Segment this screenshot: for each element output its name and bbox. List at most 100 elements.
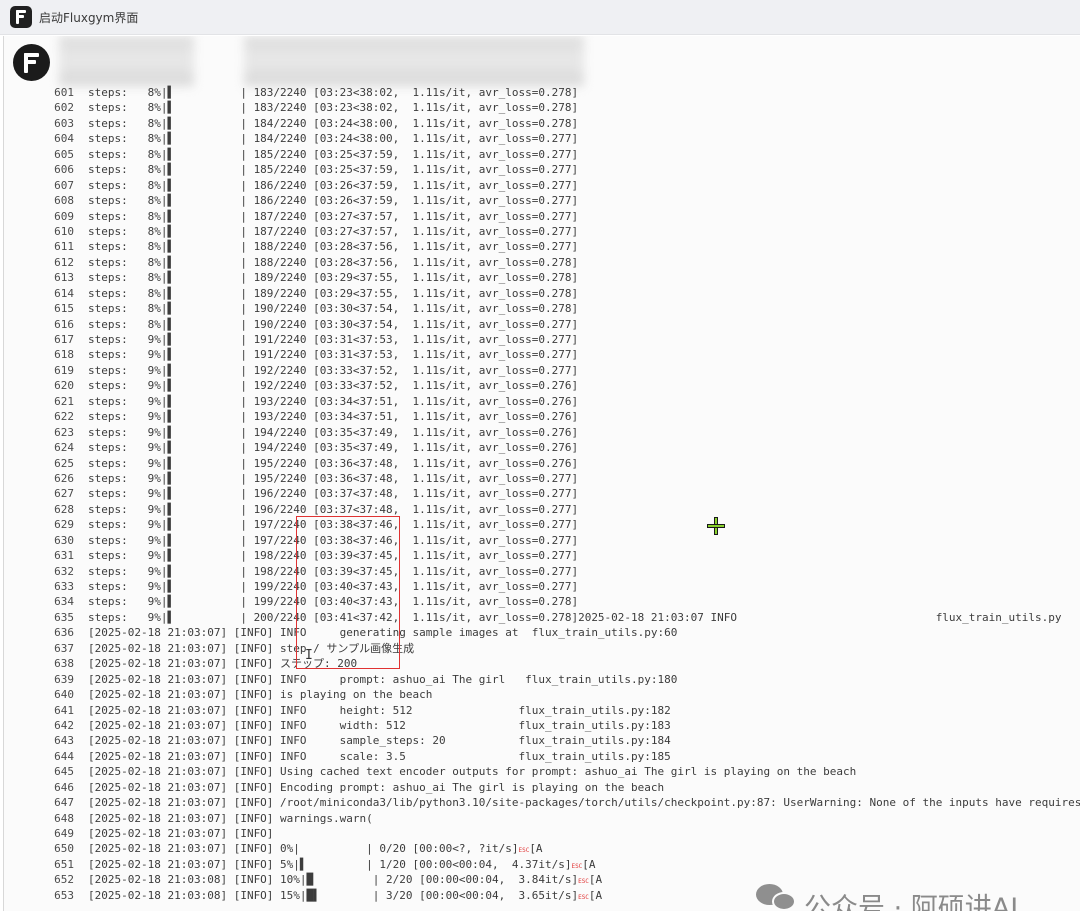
log-line: 634 steps: 9%|▌ | 199/2240 [03:40<37:43, … xyxy=(4,594,1080,609)
fluxgym-logo-icon xyxy=(10,6,32,28)
log-line: 643 [2025-02-18 21:03:07] [INFO] INFO sam… xyxy=(4,733,1080,748)
line-number: 641 xyxy=(54,703,74,717)
line-number: 646 xyxy=(54,780,74,794)
log-line: 626 steps: 9%|▌ | 195/2240 [03:36<37:48, … xyxy=(4,471,1080,486)
log-line: 621 steps: 9%|▌ | 193/2240 [03:34<37:51, … xyxy=(4,394,1080,409)
log-text: steps: 9%|▌ | 193/2240 [03:34<37:51, 1.1… xyxy=(88,394,579,408)
line-number: 604 xyxy=(54,132,74,146)
log-text: [2025-02-18 21:03:07] [INFO] is playing … xyxy=(88,688,433,702)
line-number: 625 xyxy=(54,456,74,470)
log-text: steps: 9%|▌ | 192/2240 [03:33<37:52, 1.1… xyxy=(88,363,579,377)
fluxgym-logo-icon xyxy=(13,44,50,81)
log-text: steps: 8%|▌ | 187/2240 [03:27<37:57, 1.1… xyxy=(88,209,579,223)
log-line: 641 [2025-02-18 21:03:07] [INFO] INFO hei… xyxy=(4,703,1080,718)
log-text: steps: 8%|▌ | 190/2240 [03:30<37:54, 1.1… xyxy=(88,302,579,316)
line-number: 628 xyxy=(54,502,74,516)
log-text: [2025-02-18 21:03:07] [INFO] INFO height… xyxy=(88,703,671,717)
log-text: [2025-02-18 21:03:08] [INFO] 15%|█▌ | 3/… xyxy=(88,888,603,902)
line-number: 618 xyxy=(54,348,74,362)
window-titlebar: 启动Fluxgym界面 xyxy=(0,0,1080,35)
line-number: 615 xyxy=(54,302,74,316)
terminal-log: 601 steps: 8%|▌ | 183/2240 [03:23<38:02, … xyxy=(4,85,1080,903)
line-number: 617 xyxy=(54,333,74,346)
log-line: 650 [2025-02-18 21:03:07] [INFO] 0%| | 0/… xyxy=(4,841,1080,856)
log-line: 639 [2025-02-18 21:03:07] [INFO] INFO pro… xyxy=(4,672,1080,687)
log-text: steps: 8%|▌ | 183/2240 [03:23<38:02, 1.1… xyxy=(88,86,579,99)
line-number: 647 xyxy=(54,796,74,810)
log-line: 629 steps: 9%|▌ | 197/2240 [03:38<37:46, … xyxy=(4,517,1080,532)
log-text: steps: 9%|▌ | 193/2240 [03:34<37:51, 1.1… xyxy=(88,410,579,424)
log-line: 610 steps: 8%|▌ | 187/2240 [03:27<37:57, … xyxy=(4,224,1080,239)
line-number: 649 xyxy=(54,827,74,840)
log-text: steps: 9%|▌ | 200/2240 [03:41<37:42, 1.1… xyxy=(88,610,1062,624)
log-text: steps: 8%|▌ | 183/2240 [03:23<38:02, 1.1… xyxy=(88,101,579,115)
window-title: 启动Fluxgym界面 xyxy=(39,11,139,25)
log-line: 635 steps: 9%|▌ | 200/2240 [03:41<37:42, … xyxy=(4,610,1080,625)
line-number: 640 xyxy=(54,688,74,702)
log-line: 642 [2025-02-18 21:03:07] [INFO] INFO wid… xyxy=(4,718,1080,733)
line-number: 629 xyxy=(54,518,74,532)
line-number: 624 xyxy=(54,441,74,455)
log-text: steps: 9%|▌ | 194/2240 [03:35<37:49, 1.1… xyxy=(88,441,579,455)
log-text: steps: 8%|▌ | 189/2240 [03:29<37:55, 1.1… xyxy=(88,286,579,300)
log-line: 611 steps: 8%|▌ | 188/2240 [03:28<37:56, … xyxy=(4,239,1080,254)
text-cursor-icon: I xyxy=(305,648,313,663)
line-number: 633 xyxy=(54,580,74,593)
log-line: 625 steps: 9%|▌ | 195/2240 [03:36<37:48, … xyxy=(4,456,1080,471)
highlight-box xyxy=(296,516,400,669)
line-number: 651 xyxy=(54,857,74,871)
terminal-panel[interactable]: 601 steps: 8%|▌ | 183/2240 [03:23<38:02, … xyxy=(3,36,1080,911)
log-line: 608 steps: 8%|▌ | 186/2240 [03:26<37:59, … xyxy=(4,193,1080,208)
log-line: 636 [2025-02-18 21:03:07] [INFO] INFO gen… xyxy=(4,625,1080,640)
line-number: 644 xyxy=(54,749,74,763)
log-line: 615 steps: 8%|▌ | 190/2240 [03:30<37:54, … xyxy=(4,301,1080,316)
log-text: steps: 8%|▌ | 189/2240 [03:29<37:55, 1.1… xyxy=(88,271,579,285)
line-number: 611 xyxy=(54,240,74,254)
line-number: 638 xyxy=(54,657,74,671)
log-line: 630 steps: 9%|▌ | 197/2240 [03:38<37:46, … xyxy=(4,533,1080,548)
log-text: steps: 8%|▌ | 186/2240 [03:26<37:59, 1.1… xyxy=(88,194,579,208)
line-number: 601 xyxy=(54,86,74,99)
log-text: steps: 8%|▌ | 190/2240 [03:30<37:54, 1.1… xyxy=(88,317,579,331)
log-line: 619 steps: 9%|▌ | 192/2240 [03:33<37:52, … xyxy=(4,363,1080,378)
line-number: 602 xyxy=(54,101,74,115)
log-line: 646 [2025-02-18 21:03:07] [INFO] Encoding… xyxy=(4,780,1080,795)
log-text: steps: 9%|▌ | 195/2240 [03:36<37:48, 1.1… xyxy=(88,471,579,485)
line-number: 642 xyxy=(54,718,74,732)
line-number: 634 xyxy=(54,595,74,609)
line-number: 606 xyxy=(54,163,74,177)
log-text: steps: 8%|▌ | 186/2240 [03:26<37:59, 1.1… xyxy=(88,178,579,192)
log-line: 605 steps: 8%|▌ | 185/2240 [03:25<37:59, … xyxy=(4,147,1080,162)
line-number: 603 xyxy=(54,116,74,130)
watermark-text: 公众号 · 阿硕讲AI xyxy=(804,893,1019,911)
log-line: 645 [2025-02-18 21:03:07] [INFO] Using ca… xyxy=(4,764,1080,779)
log-line: 609 steps: 8%|▌ | 187/2240 [03:27<37:57, … xyxy=(4,209,1080,224)
line-number: 643 xyxy=(54,734,74,748)
log-line: 613 steps: 8%|▌ | 189/2240 [03:29<37:55, … xyxy=(4,270,1080,285)
line-number: 637 xyxy=(54,641,74,655)
line-number: 622 xyxy=(54,410,74,424)
log-line: 623 steps: 9%|▌ | 194/2240 [03:35<37:49, … xyxy=(4,425,1080,440)
log-text: steps: 9%|▌ | 195/2240 [03:36<37:48, 1.1… xyxy=(88,456,579,470)
log-line: 618 steps: 9%|▌ | 191/2240 [03:31<37:53, … xyxy=(4,347,1080,362)
log-text: [2025-02-18 21:03:07] [INFO] INFO scale:… xyxy=(88,749,671,763)
line-number: 648 xyxy=(54,811,74,825)
line-number: 616 xyxy=(54,317,74,331)
log-line: 647 [2025-02-18 21:03:07] [INFO] /root/mi… xyxy=(4,795,1080,810)
log-line: 606 steps: 8%|▌ | 185/2240 [03:25<37:59, … xyxy=(4,162,1080,177)
log-text: steps: 8%|▌ | 184/2240 [03:24<38:00, 1.1… xyxy=(88,132,579,146)
log-text: steps: 8%|▌ | 185/2240 [03:25<37:59, 1.1… xyxy=(88,147,579,161)
line-number: 610 xyxy=(54,224,74,238)
line-number: 620 xyxy=(54,379,74,393)
log-text: steps: 9%|▌ | 192/2240 [03:33<37:52, 1.1… xyxy=(88,379,579,393)
log-text: [2025-02-18 21:03:07] [INFO] xyxy=(88,827,274,840)
log-line: 637 [2025-02-18 21:03:07] [INFO] step / サ… xyxy=(4,641,1080,656)
log-line: 632 steps: 9%|▌ | 198/2240 [03:39<37:45, … xyxy=(4,564,1080,579)
line-number: 614 xyxy=(54,286,74,300)
line-number: 645 xyxy=(54,765,74,779)
log-line: 614 steps: 8%|▌ | 189/2240 [03:29<37:55, … xyxy=(4,286,1080,301)
log-line: 620 steps: 9%|▌ | 192/2240 [03:33<37:52, … xyxy=(4,378,1080,393)
log-line: 602 steps: 8%|▌ | 183/2240 [03:23<38:02, … xyxy=(4,100,1080,115)
log-text: [2025-02-18 21:03:07] [INFO] INFO width:… xyxy=(88,718,671,732)
redacted-header xyxy=(244,36,584,86)
